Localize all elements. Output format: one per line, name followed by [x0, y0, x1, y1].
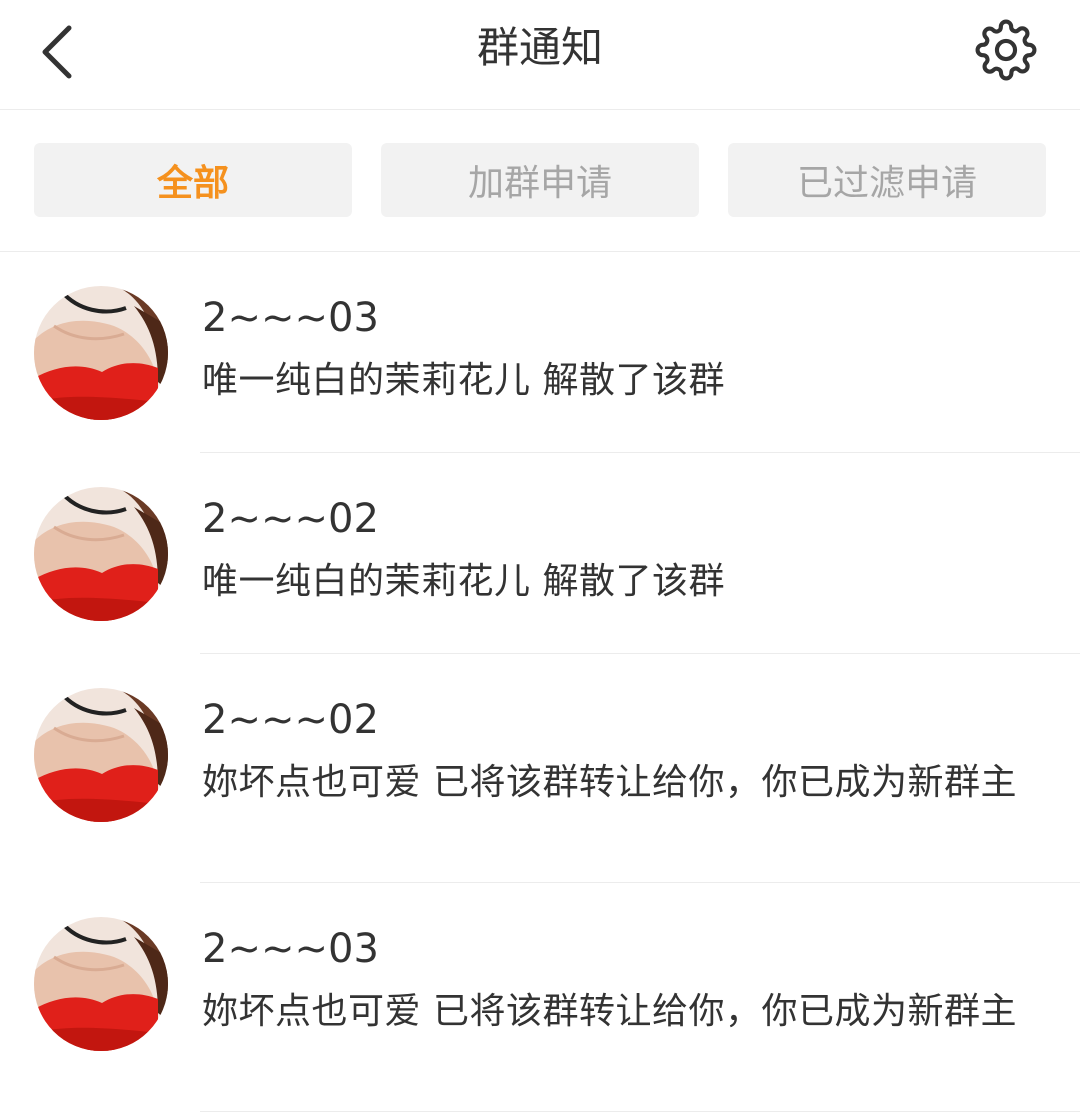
page-title: 群通知 — [476, 23, 603, 72]
avatar[interactable] — [34, 917, 168, 1051]
sender-name: 2~~~02 — [202, 697, 379, 743]
notification-message: 唯一纯白的茉莉花儿 解散了该群 — [202, 561, 725, 602]
tab-filtered-requests[interactable]: 已过滤申请 — [728, 143, 1046, 217]
filter-tabs: 全部 加群申请 已过滤申请 — [0, 110, 1080, 252]
list-item[interactable]: 2~~~02 妳坏点也可爱 已将该群转让给你，你已成为新群主 — [0, 654, 1080, 883]
avatar[interactable] — [34, 286, 168, 420]
gear-icon — [975, 19, 1037, 81]
list-item[interactable]: 2~~~03 唯一纯白的茉莉花儿 解散了该群 — [0, 252, 1080, 453]
tab-join-requests[interactable]: 加群申请 — [381, 143, 699, 217]
divider — [200, 1111, 1080, 1112]
list-item[interactable]: 2~~~02 唯一纯白的茉莉花儿 解散了该群 — [0, 453, 1080, 654]
notification-message: 妳坏点也可爱 已将该群转让给你，你已成为新群主 — [202, 991, 1017, 1032]
tab-all[interactable]: 全部 — [34, 143, 352, 217]
sender-name: 2~~~03 — [202, 926, 379, 972]
notification-message: 唯一纯白的茉莉花儿 解散了该群 — [202, 360, 725, 401]
top-bar: 群通知 — [0, 0, 1080, 110]
sender-name: 2~~~03 — [202, 295, 379, 341]
sender-name: 2~~~02 — [202, 496, 379, 542]
avatar[interactable] — [34, 688, 168, 822]
list-item[interactable]: 2~~~03 妳坏点也可爱 已将该群转让给你，你已成为新群主 — [0, 883, 1080, 1112]
settings-button[interactable] — [970, 14, 1042, 86]
notification-message: 妳坏点也可爱 已将该群转让给你，你已成为新群主 — [202, 762, 1017, 803]
avatar[interactable] — [34, 487, 168, 621]
